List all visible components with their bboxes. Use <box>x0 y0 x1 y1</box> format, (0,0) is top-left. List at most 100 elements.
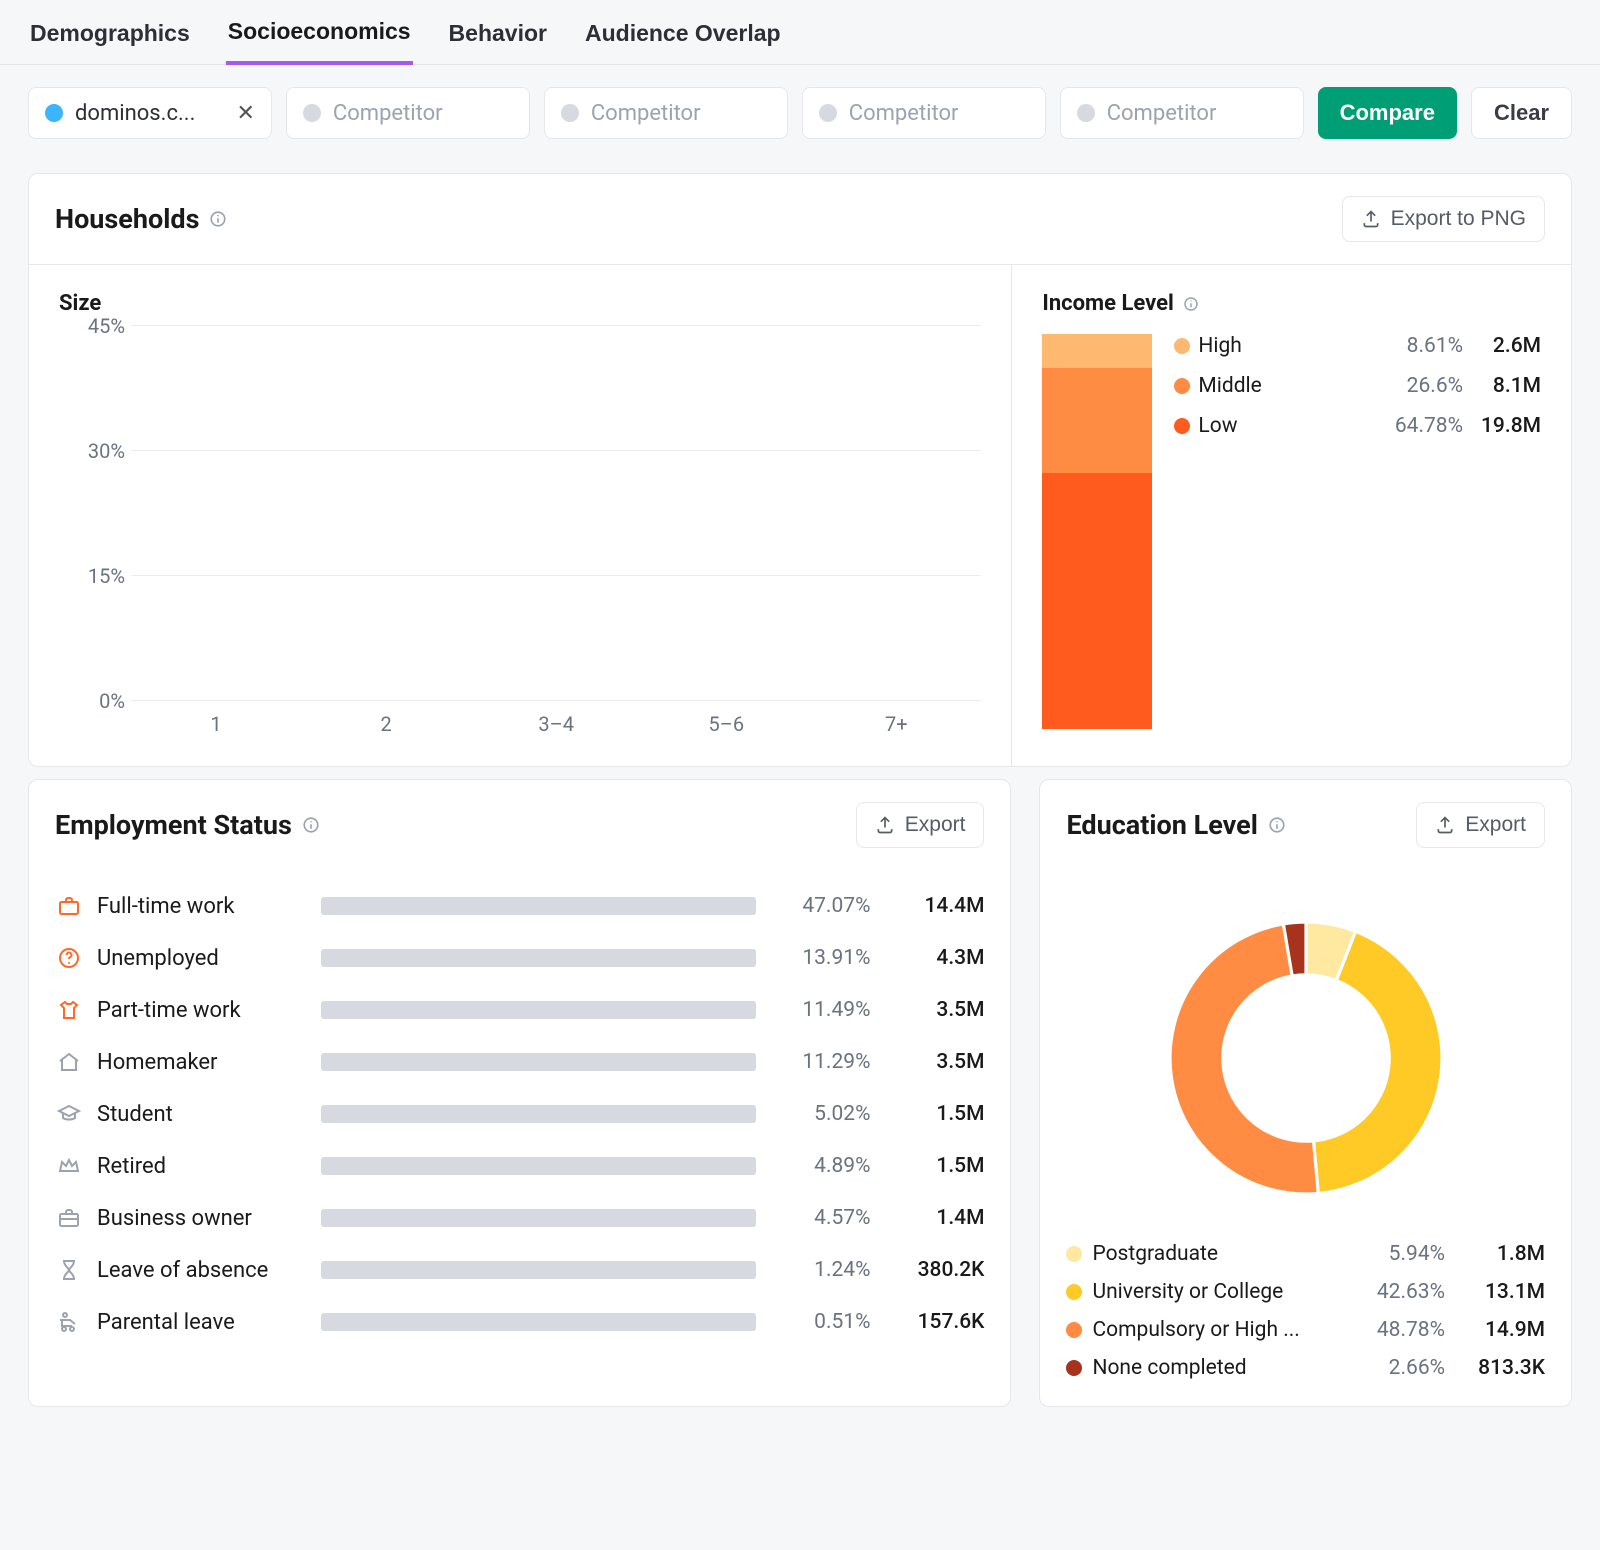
export-png-button[interactable]: Export to PNG <box>1342 196 1545 242</box>
legend-val: 813.3K <box>1455 1356 1545 1380</box>
legend-row: Low 64.78% 19.8M <box>1174 414 1541 438</box>
employment-row: Leave of absence 1.24% 380.2K <box>55 1244 984 1296</box>
employment-bar[interactable] <box>321 1209 756 1227</box>
tab-behavior[interactable]: Behavior <box>447 18 549 64</box>
tab-audience-overlap[interactable]: Audience Overlap <box>583 18 783 64</box>
employment-name: Student <box>97 1102 307 1127</box>
export-label: Export <box>1465 813 1526 837</box>
employment-pct: 4.89% <box>770 1154 870 1178</box>
income-title-text: Income Level <box>1042 291 1173 316</box>
export-button[interactable]: Export <box>1416 802 1545 848</box>
employment-val: 1.5M <box>884 1102 984 1126</box>
y-tick: 45% <box>88 314 125 338</box>
employment-pct: 11.49% <box>770 998 870 1022</box>
employment-pct: 0.51% <box>770 1310 870 1334</box>
employment-bar[interactable] <box>321 1001 756 1019</box>
size-bar-chart[interactable]: 0%15%30%45% 123–45–67+ <box>59 326 981 736</box>
chip-placeholder-label: Competitor <box>1107 101 1217 126</box>
chip-placeholder-label: Competitor <box>849 101 959 126</box>
y-tick: 0% <box>99 689 125 713</box>
employment-row: Homemaker 11.29% 3.5M <box>55 1036 984 1088</box>
legend-pct: 5.94% <box>1345 1242 1445 1266</box>
income-legend: High 8.61% 2.6M Middle 26.6% 8.1M Low 64… <box>1174 334 1541 729</box>
info-icon[interactable] <box>1182 295 1200 313</box>
employment-bar[interactable] <box>321 1261 756 1279</box>
legend-name: High <box>1198 334 1365 358</box>
competitor-chip-placeholder[interactable]: Competitor <box>286 87 530 139</box>
legend-swatch <box>1174 338 1190 354</box>
education-title: Education Level <box>1066 809 1285 841</box>
chip-label: dominos.c... <box>75 101 195 126</box>
export-label: Export <box>905 813 966 837</box>
competitor-chip-placeholder[interactable]: Competitor <box>1060 87 1304 139</box>
close-icon[interactable]: ✕ <box>236 101 254 126</box>
employment-val: 4.3M <box>884 946 984 970</box>
legend-name: Low <box>1198 414 1365 438</box>
employment-name: Part-time work <box>97 998 307 1023</box>
y-tick: 30% <box>88 439 125 463</box>
employment-pct: 47.07% <box>770 894 870 918</box>
employment-list: Full-time work 47.07% 14.4M Unemployed 1… <box>29 870 1010 1374</box>
employment-name: Homemaker <box>97 1050 307 1075</box>
home-icon <box>55 1048 83 1076</box>
income-segment-low[interactable] <box>1042 473 1152 729</box>
competitor-chip-placeholder[interactable]: Competitor <box>802 87 1046 139</box>
employment-bar[interactable] <box>321 897 756 915</box>
clear-button[interactable]: Clear <box>1471 87 1572 139</box>
income-segment-middle[interactable] <box>1042 368 1152 473</box>
info-icon[interactable] <box>1268 816 1286 834</box>
tab-demographics[interactable]: Demographics <box>28 18 192 64</box>
legend-val: 8.1M <box>1471 374 1541 398</box>
income-stacked-bar[interactable] <box>1042 334 1152 729</box>
employment-pct: 1.24% <box>770 1258 870 1282</box>
employment-val: 1.5M <box>884 1154 984 1178</box>
education-title-text: Education Level <box>1066 809 1257 841</box>
legend-pct: 2.66% <box>1345 1356 1445 1380</box>
legend-val: 1.8M <box>1455 1242 1545 1266</box>
legend-swatch <box>1066 1322 1082 1338</box>
compare-button[interactable]: Compare <box>1318 87 1457 139</box>
baby-icon <box>55 1308 83 1336</box>
legend-swatch <box>1066 1284 1082 1300</box>
employment-pct: 11.29% <box>770 1050 870 1074</box>
income-segment-high[interactable] <box>1042 334 1152 368</box>
competitor-chip-primary[interactable]: dominos.c... ✕ <box>28 87 272 139</box>
legend-row: None completed 2.66% 813.3K <box>1066 1356 1545 1380</box>
employment-row: Student 5.02% 1.5M <box>55 1088 984 1140</box>
legend-name: University or College <box>1092 1280 1335 1304</box>
tab-socioeconomics[interactable]: Socioeconomics <box>226 18 413 65</box>
employment-bar[interactable] <box>321 949 756 967</box>
legend-swatch <box>1066 1360 1082 1376</box>
size-subhead: Size <box>59 291 981 316</box>
employment-bar[interactable] <box>321 1105 756 1123</box>
question-icon <box>55 944 83 972</box>
employment-panel: Employment Status Export Full-time work … <box>28 779 1011 1407</box>
employment-bar[interactable] <box>321 1157 756 1175</box>
legend-pct: 64.78% <box>1373 414 1463 438</box>
legend-name: Middle <box>1198 374 1365 398</box>
employment-row: Parental leave 0.51% 157.6K <box>55 1296 984 1348</box>
employment-val: 3.5M <box>884 998 984 1022</box>
tab-bar: Demographics Socioeconomics Behavior Audien… <box>0 0 1600 65</box>
education-panel: Education Level Export Postgraduate 5.94… <box>1039 779 1572 1407</box>
competitor-chip-placeholder[interactable]: Competitor <box>544 87 788 139</box>
employment-val: 14.4M <box>884 894 984 918</box>
employment-bar[interactable] <box>321 1053 756 1071</box>
legend-pct: 48.78% <box>1345 1318 1445 1342</box>
info-icon[interactable] <box>209 210 227 228</box>
x-tick: 2 <box>301 712 471 736</box>
income-subhead: Income Level <box>1042 291 1541 316</box>
briefcase2-icon <box>55 1204 83 1232</box>
employment-bar[interactable] <box>321 1313 756 1331</box>
employment-val: 157.6K <box>884 1310 984 1334</box>
legend-name: None completed <box>1092 1356 1335 1380</box>
competitor-filter-row: dominos.c... ✕ Competitor Competitor Com… <box>0 65 1600 161</box>
export-button[interactable]: Export <box>856 802 985 848</box>
education-donut-chart[interactable] <box>1146 898 1466 1218</box>
legend-val: 2.6M <box>1471 334 1541 358</box>
info-icon[interactable] <box>302 816 320 834</box>
y-tick: 15% <box>88 564 125 588</box>
export-png-label: Export to PNG <box>1391 207 1526 231</box>
employment-name: Business owner <box>97 1206 307 1231</box>
x-tick: 1 <box>131 712 301 736</box>
